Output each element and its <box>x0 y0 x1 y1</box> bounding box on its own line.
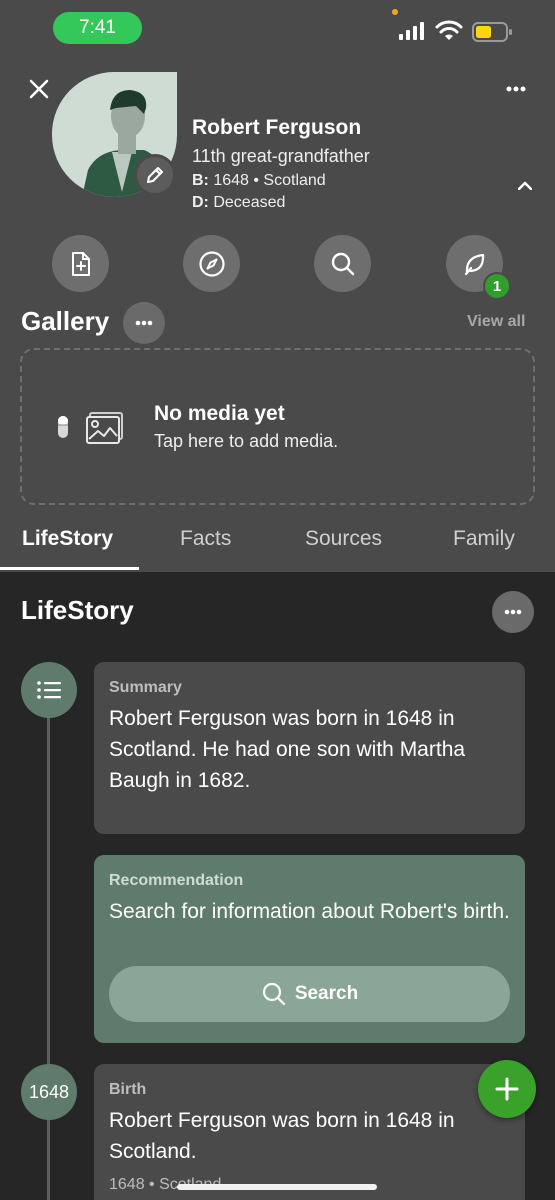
cellular-signal-icon <box>399 22 424 40</box>
more-options-button[interactable] <box>500 76 532 102</box>
battery-icon <box>472 22 512 42</box>
search-icon <box>331 252 354 275</box>
summary-label: Summary <box>109 679 182 696</box>
pencil-icon <box>147 167 163 183</box>
birth-value: 1648 • Scotland <box>213 172 326 189</box>
home-indicator[interactable] <box>177 1184 377 1190</box>
tab-facts[interactable]: Facts <box>180 527 231 551</box>
gallery-more-button[interactable] <box>123 302 165 344</box>
relationship-label: 11th great-grandfather <box>192 146 370 166</box>
gallery-title: Gallery <box>21 306 110 336</box>
recommendation-label: Recommendation <box>109 872 244 889</box>
recommendation-text: Search for information about Robert's bi… <box>109 900 510 923</box>
privacy-indicator-dot <box>392 9 398 15</box>
person-name: Robert Ferguson <box>192 116 362 139</box>
search-records-button[interactable] <box>314 235 371 292</box>
add-document-icon <box>71 251 90 276</box>
no-media-title: No media yet <box>154 402 285 425</box>
list-icon <box>37 681 61 699</box>
close-icon <box>29 79 49 99</box>
summary-text: Robert Ferguson was born in 1648 in Scot… <box>109 707 466 792</box>
more-horizontal-icon <box>506 86 526 92</box>
no-media-subtitle: Tap here to add media. <box>154 431 339 451</box>
compass-icon <box>198 250 225 277</box>
tab-sources[interactable]: Sources <box>305 527 382 551</box>
birth-event-label: Birth <box>109 1081 147 1098</box>
lifestory-more-button[interactable] <box>492 591 534 633</box>
chevron-up-icon <box>518 181 532 190</box>
add-document-button[interactable] <box>52 235 109 292</box>
add-event-button[interactable] <box>478 1060 536 1118</box>
timeline-line <box>47 700 50 1200</box>
birth-year-node: 1648 <box>21 1064 77 1120</box>
mouse-icon <box>58 416 68 438</box>
tab-family[interactable]: Family <box>453 527 515 551</box>
recommendation-card: Recommendation Search for information ab… <box>94 855 525 1043</box>
plus-icon <box>495 1077 519 1101</box>
explore-button[interactable] <box>183 235 240 292</box>
death-label: D: <box>192 194 209 211</box>
image-icon <box>86 412 123 444</box>
summary-card[interactable]: Summary Robert Ferguson was born in 1648… <box>94 662 525 834</box>
recommendation-search-button[interactable]: Search <box>109 966 510 1022</box>
status-time: 7:41 <box>53 12 142 44</box>
birth-label: B: <box>192 172 209 189</box>
wifi-icon <box>435 20 463 40</box>
birth-card[interactable]: Birth Robert Ferguson was born in 1648 i… <box>94 1064 525 1200</box>
more-horizontal-icon <box>135 320 153 326</box>
search-button-label: Search <box>294 983 359 1004</box>
summary-timeline-node <box>21 662 77 718</box>
edit-photo-button[interactable] <box>134 154 176 196</box>
tab-lifestory[interactable]: LifeStory <box>22 527 113 551</box>
lifestory-title: LifeStory <box>21 595 134 625</box>
close-button[interactable] <box>24 74 54 104</box>
birth-summary: B: 1648 • Scotland <box>192 172 326 190</box>
active-tab-indicator <box>0 567 139 570</box>
hints-count-badge: 1 <box>483 272 511 300</box>
more-horizontal-icon <box>504 609 522 615</box>
search-icon <box>262 982 285 1006</box>
birth-event-text: Robert Ferguson was born in 1648 in Scot… <box>109 1109 455 1163</box>
death-summary: D: Deceased <box>192 194 285 212</box>
death-value: Deceased <box>213 194 286 211</box>
view-all-link[interactable]: View all <box>467 313 525 331</box>
collapse-header-button[interactable] <box>512 174 538 196</box>
leaf-hint-icon <box>464 253 484 275</box>
